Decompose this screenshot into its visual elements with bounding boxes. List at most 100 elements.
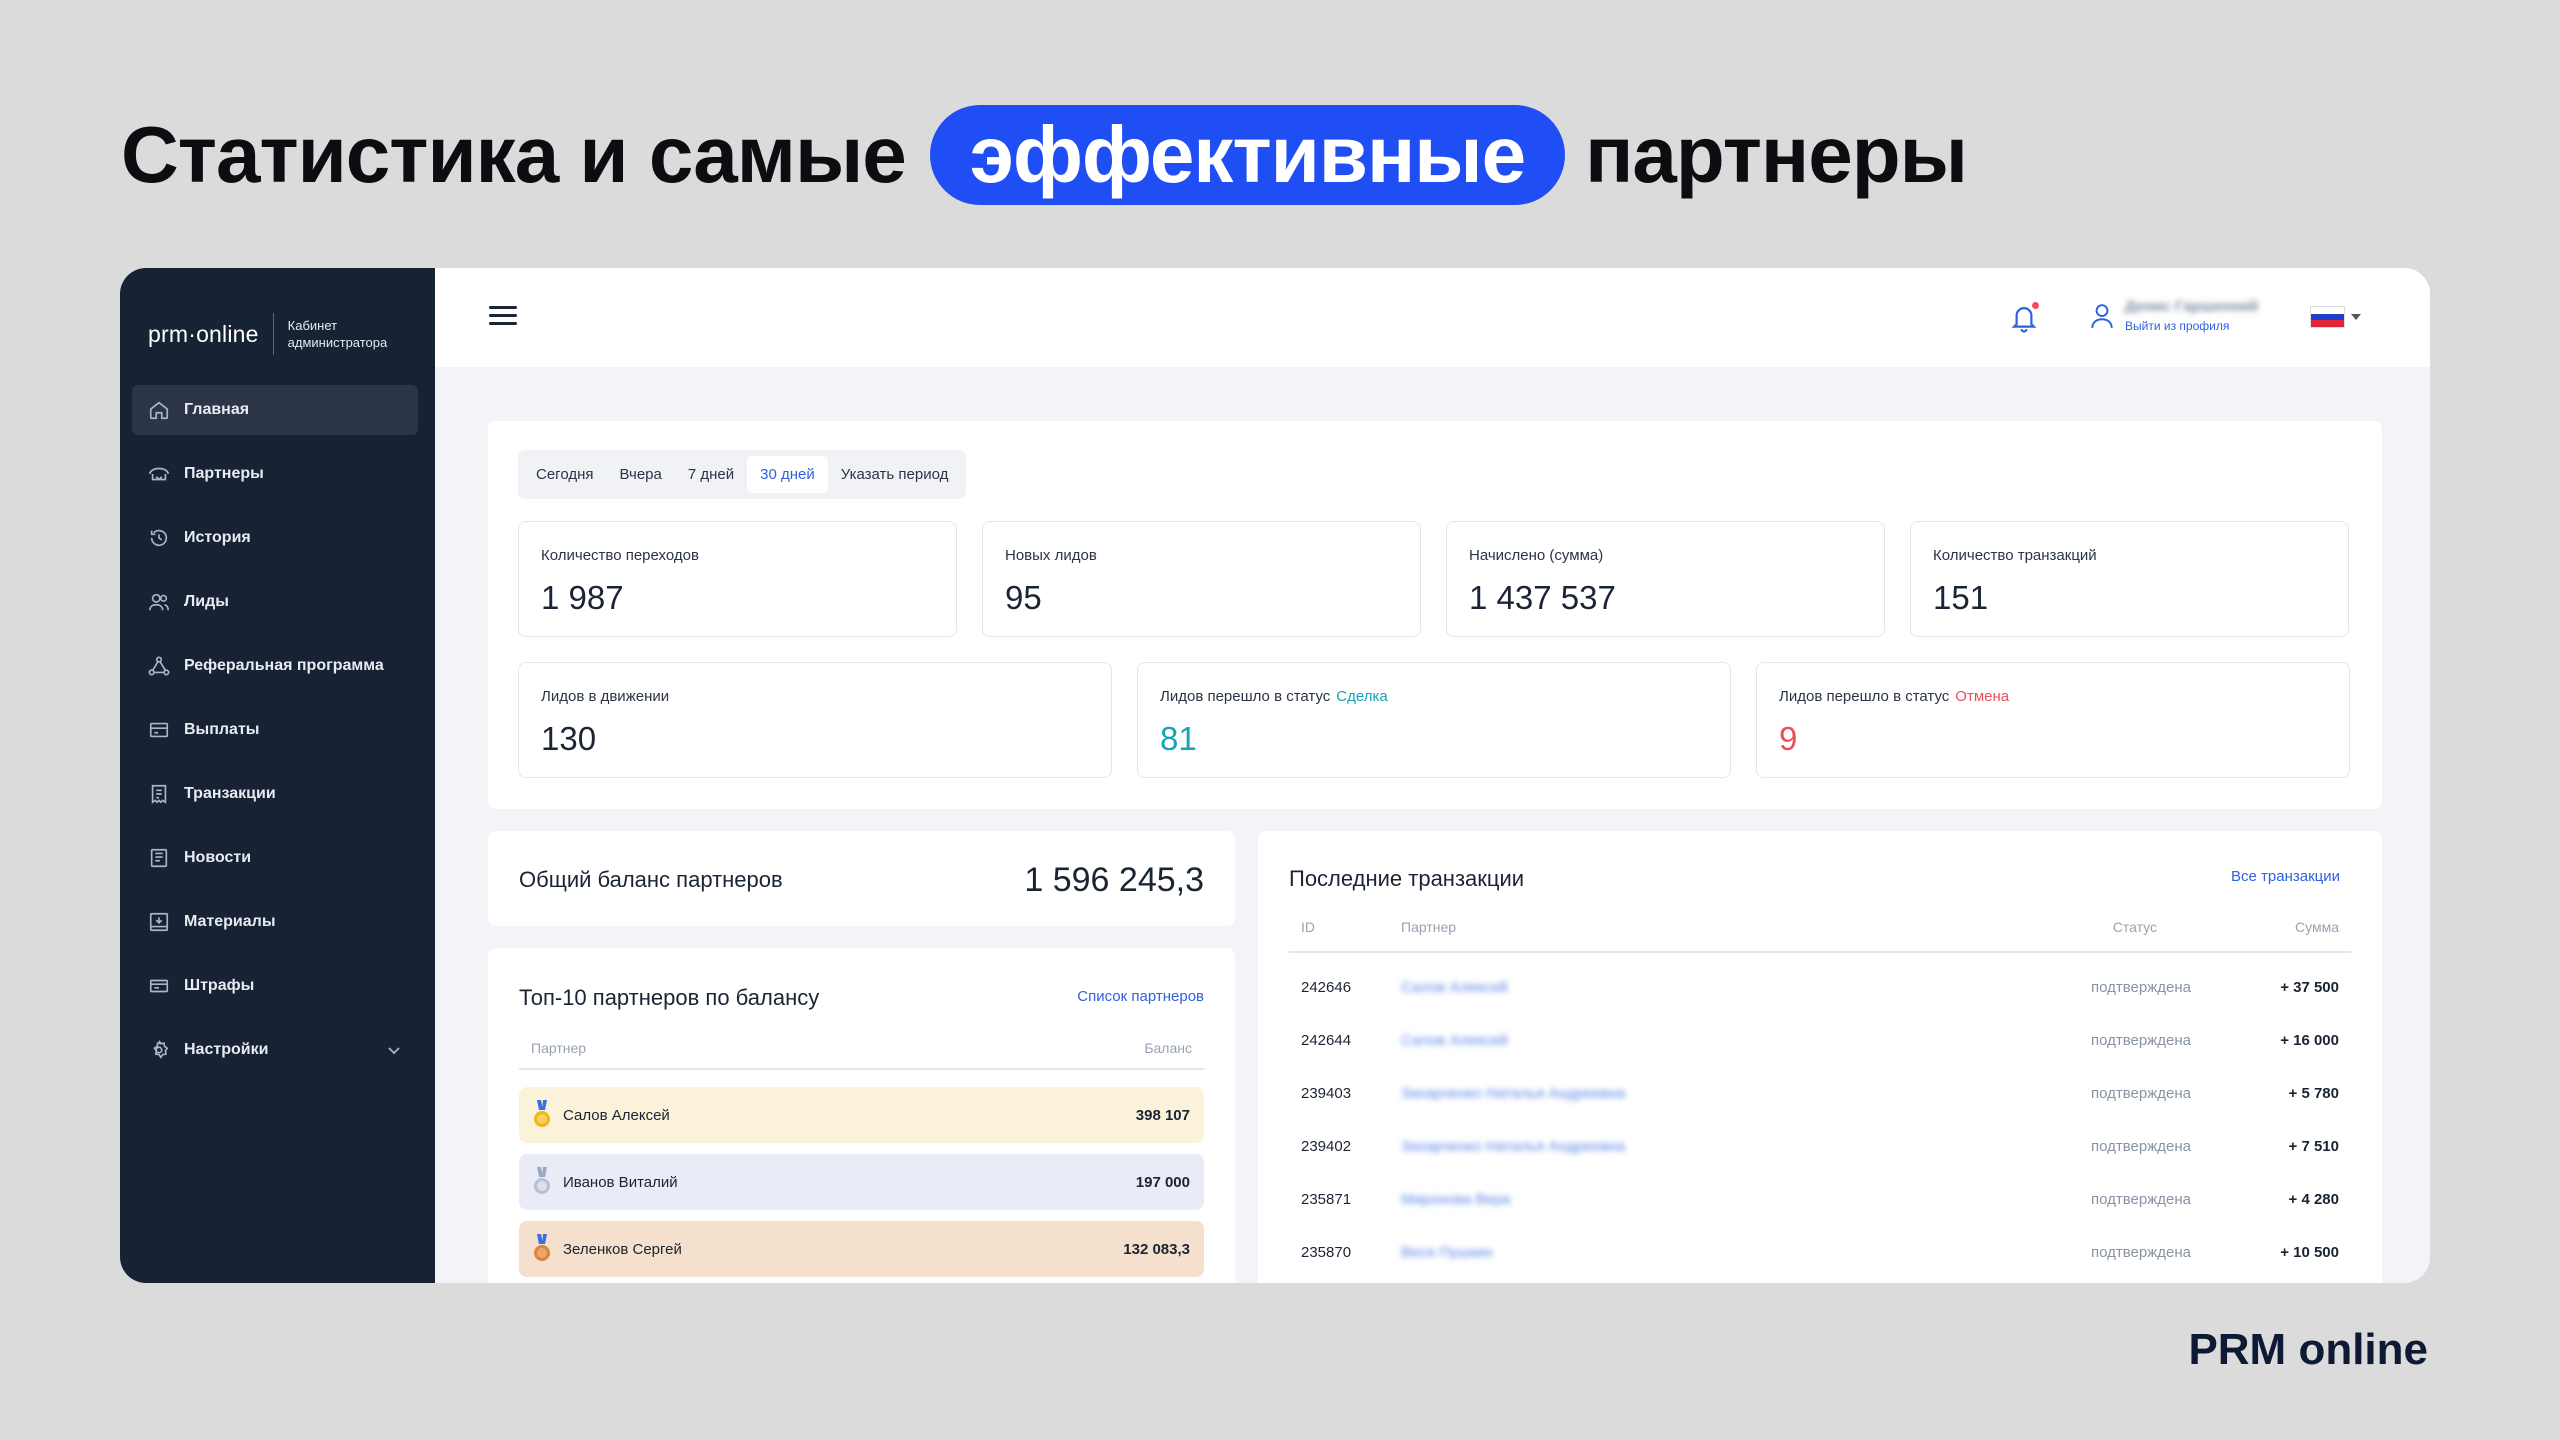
transaction-partner[interactable]: Веся Пушкин xyxy=(1401,1244,1493,1261)
transaction-sum: + 37 500 xyxy=(2280,979,2339,996)
partner-name: Иванов Виталий xyxy=(563,1173,678,1191)
history-icon xyxy=(148,527,170,549)
sidebar-item-fines[interactable]: Штрафы xyxy=(132,961,418,1011)
transaction-partner[interactable]: Салов Алексей xyxy=(1401,979,1508,996)
period-yesterday[interactable]: Вчера xyxy=(607,456,675,493)
sidebar-item-label: Главная xyxy=(184,401,250,418)
main-content: Денис Гаршенний Выйти из профиля Сегодня… xyxy=(435,268,2430,1283)
transaction-id: 235871 xyxy=(1301,1191,1352,1208)
column-header-id: ID xyxy=(1301,919,1315,935)
sidebar-item-news[interactable]: Новости xyxy=(132,833,418,883)
notification-badge xyxy=(2030,300,2041,311)
transaction-status: подтверждена xyxy=(2091,1138,2191,1155)
sidebar-item-label: Лиды xyxy=(184,593,229,610)
sidebar-item-home[interactable]: Главная xyxy=(132,385,418,435)
sidebar-item-history[interactable]: История xyxy=(132,513,418,563)
recent-transactions-card: Последние транзакции Все транзакции ID П… xyxy=(1258,831,2382,1283)
stat-transactions: Количество транзакций 151 xyxy=(1910,521,2349,637)
notifications-bell-icon[interactable] xyxy=(2009,300,2041,334)
top-partners-header: Партнер Баланс xyxy=(519,1040,1204,1070)
stat-leads-cancel: Лидов перешло в статус Отмена 9 xyxy=(1756,662,2350,778)
stat-label: Лидов в движении xyxy=(541,688,670,705)
logo: prm·online xyxy=(148,320,259,347)
transaction-partner[interactable]: Захарченко Наталья Андреевна xyxy=(1401,1085,1625,1102)
logout-link[interactable]: Выйти из профиля xyxy=(2125,319,2258,333)
sidebar-item-label: Партнеры xyxy=(184,465,264,482)
gold-medal-icon xyxy=(533,1100,551,1130)
sidebar-item-leads[interactable]: Лиды xyxy=(132,577,418,627)
partner-balance: 197 000 xyxy=(1135,1173,1190,1191)
stats-card: Сегодня Вчера 7 дней 30 дней Указать пер… xyxy=(488,421,2382,809)
headline-before: Статистика и самые xyxy=(121,110,907,199)
all-transactions-link[interactable]: Все транзакции xyxy=(2231,868,2340,885)
transaction-status: подтверждена xyxy=(2091,1191,2191,1208)
logo-subtitle: Кабинет администратора xyxy=(288,317,388,351)
logo-block[interactable]: prm·online Кабинет администратора xyxy=(120,268,435,368)
stat-value: 151 xyxy=(1933,579,1989,616)
top-partners-title: Топ-10 партнеров по балансу xyxy=(519,985,820,1010)
stat-value: 81 xyxy=(1160,720,1197,757)
logo-divider xyxy=(272,313,274,355)
table-row[interactable]: 235871 Миронова Вера подтверждена + 4 28… xyxy=(1289,1173,2351,1226)
menu-icon[interactable] xyxy=(489,306,517,328)
sidebar-item-label: Материалы xyxy=(184,913,276,930)
transaction-partner[interactable]: Салов Алексей xyxy=(1401,1032,1508,1049)
stat-label: Количество переходов xyxy=(541,547,699,564)
transaction-status: подтверждена xyxy=(2091,1244,2191,1261)
chevron-down-icon[interactable] xyxy=(386,1042,402,1058)
top-partner-row[interactable]: Зеленков Сергей 132 083,3 xyxy=(519,1221,1204,1277)
period-custom[interactable]: Указать период xyxy=(828,456,962,493)
user-menu[interactable]: Денис Гаршенний Выйти из профиля xyxy=(2089,298,2258,333)
table-row[interactable]: 235870 Веся Пушкин подтверждена + 10 500 xyxy=(1289,1226,2351,1279)
transaction-id: 242644 xyxy=(1301,1032,1352,1049)
table-row[interactable]: 239402 Захарченко Наталья Андреевна подт… xyxy=(1289,1120,2351,1173)
total-balance-card: Общий баланс партнеров 1 596 245,3 xyxy=(488,831,1235,926)
user-icon xyxy=(2089,301,2115,331)
transaction-sum: + 5 780 xyxy=(2288,1085,2339,1102)
stat-label: Лидов перешло в статус Отмена xyxy=(1779,688,2009,705)
sidebar-item-materials[interactable]: Материалы xyxy=(132,897,418,947)
sidebar-nav: Главная Партнеры История Лиды Реферальна… xyxy=(120,385,435,1075)
language-selector[interactable] xyxy=(2310,306,2361,328)
silver-medal-icon xyxy=(533,1167,551,1197)
sidebar-item-transactions[interactable]: Транзакции xyxy=(132,769,418,819)
table-row[interactable]: 242644 Салов Алексей подтверждена + 16 0… xyxy=(1289,1014,2351,1067)
stat-label: Лидов перешло в статус Сделка xyxy=(1160,688,1388,705)
sidebar-item-label: Штрафы xyxy=(184,977,255,994)
users-icon xyxy=(148,591,170,613)
transaction-id: 242646 xyxy=(1301,979,1352,996)
transaction-partner[interactable]: Захарченко Наталья Андреевна xyxy=(1401,1138,1625,1155)
table-row[interactable]: 239403 Захарченко Наталья Андреевна подт… xyxy=(1289,1067,2351,1120)
partner-balance: 398 107 xyxy=(1135,1106,1190,1124)
total-balance-title: Общий баланс партнеров xyxy=(519,867,783,892)
period-7-days[interactable]: 7 дней xyxy=(675,456,747,493)
stat-leads-moving: Лидов в движении 130 xyxy=(518,662,1112,778)
top-partner-row[interactable]: Иванов Виталий 197 000 xyxy=(519,1154,1204,1210)
caret-down-icon xyxy=(2351,314,2361,320)
top-partner-row[interactable]: Салов Алексей 398 107 xyxy=(519,1087,1204,1143)
sidebar-item-referral[interactable]: Реферальная программа xyxy=(132,641,418,691)
bronze-medal-icon xyxy=(533,1234,551,1264)
table-row[interactable]: 242646 Салов Алексей подтверждена + 37 5… xyxy=(1289,961,2351,1014)
transaction-id: 235870 xyxy=(1301,1244,1352,1261)
sidebar-item-payouts[interactable]: Выплаты xyxy=(132,705,418,755)
partners-list-link[interactable]: Список партнеров xyxy=(1077,988,1204,1005)
headline: Статистика и самые эффективные партнеры xyxy=(121,100,1968,210)
sidebar-item-label: Реферальная программа xyxy=(184,657,384,674)
transaction-partner[interactable]: Миронова Вера xyxy=(1401,1191,1511,1208)
column-header-partner: Партнер xyxy=(531,1040,587,1056)
status-tag-cancel: Отмена xyxy=(1955,688,2010,705)
period-today[interactable]: Сегодня xyxy=(523,456,607,493)
stat-value: 9 xyxy=(1779,720,1798,757)
stat-value: 1 437 537 xyxy=(1469,579,1616,616)
stat-value: 95 xyxy=(1005,579,1042,616)
partner-name: Зеленков Сергей xyxy=(563,1240,682,1258)
home-icon xyxy=(148,399,170,421)
footer-brand: PRM online xyxy=(2188,1325,2428,1374)
sidebar-item-settings[interactable]: Настройки xyxy=(132,1025,418,1075)
ru-flag-icon xyxy=(2310,306,2345,328)
transaction-id: 239403 xyxy=(1301,1085,1352,1102)
sidebar-item-partners[interactable]: Партнеры xyxy=(132,449,418,499)
logo-subtitle-line-2: администратора xyxy=(287,335,388,350)
period-30-days[interactable]: 30 дней xyxy=(747,456,828,493)
